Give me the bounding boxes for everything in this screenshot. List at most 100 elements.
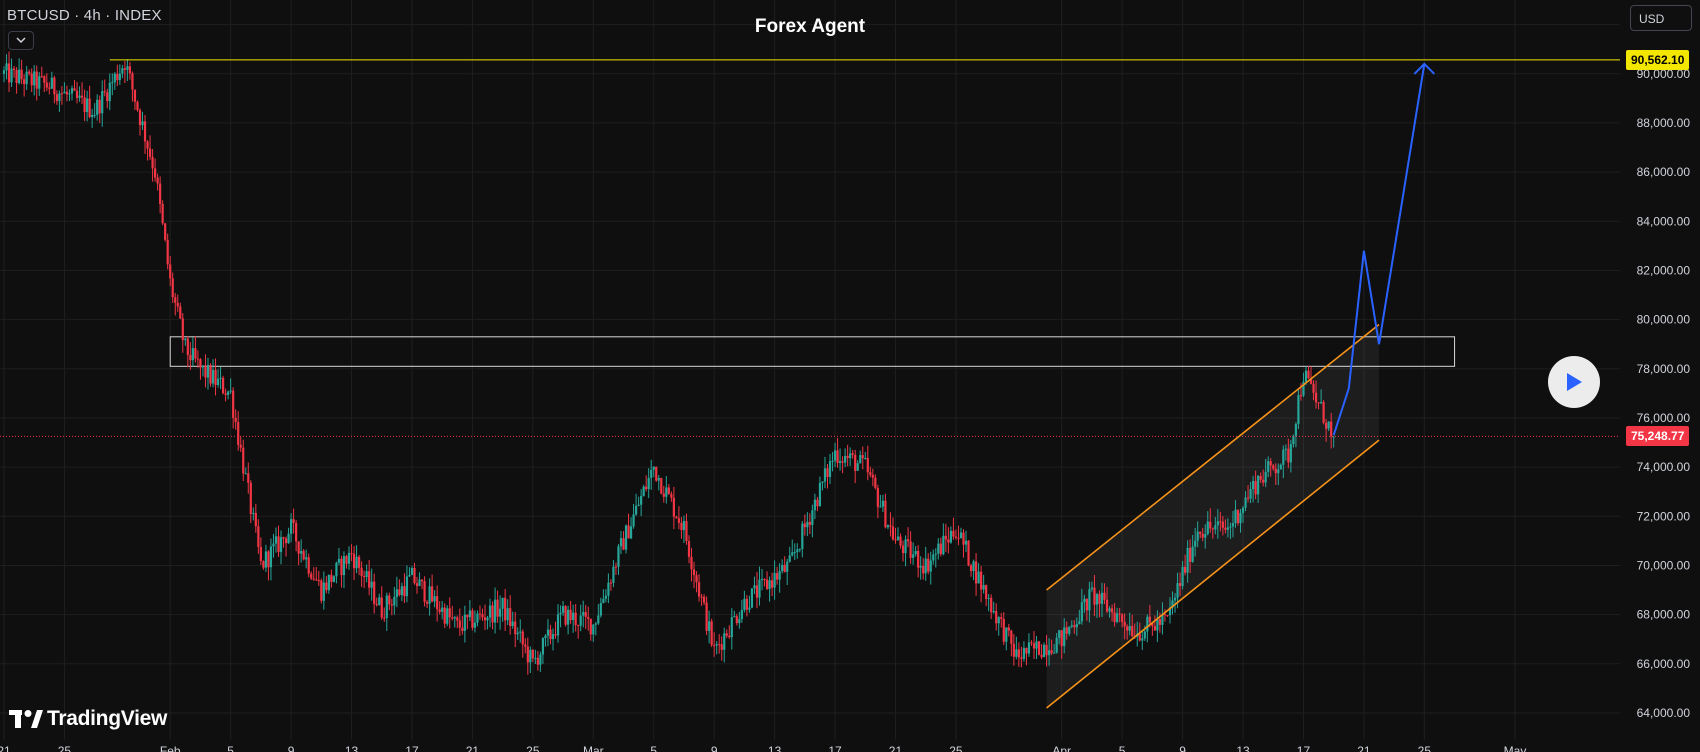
candle-body [1194, 540, 1197, 547]
candle-body [398, 589, 401, 596]
candle-body [723, 633, 726, 650]
candle-body [617, 546, 620, 567]
candle-body [211, 369, 215, 384]
candle-body [869, 472, 872, 475]
candle-body [1083, 598, 1086, 603]
candle-body [1317, 402, 1320, 404]
candle-body [156, 177, 159, 184]
candle-body [254, 512, 257, 527]
candle-body [962, 532, 965, 545]
candle-body [1143, 631, 1146, 639]
replay-play-button[interactable] [1548, 356, 1600, 408]
candle-body [851, 453, 854, 455]
price-tick-label: 86,000.00 [1637, 165, 1691, 179]
tradingview-logo[interactable]: TradingView [9, 707, 167, 731]
candle-body [159, 183, 162, 204]
candle-body [1206, 521, 1209, 534]
candle-body [1030, 642, 1033, 644]
candle-body [1221, 521, 1224, 528]
candle-body [443, 607, 446, 624]
candle-body [974, 561, 978, 584]
candle-body [1075, 623, 1078, 628]
candle-body [1183, 566, 1187, 573]
candle-body [355, 556, 358, 569]
candle-body [647, 477, 650, 490]
supply-zone[interactable] [169, 336, 1456, 367]
candle-body [640, 495, 643, 505]
candle-body [632, 514, 635, 527]
candle-body [131, 73, 134, 90]
time-tick-label: 9 [711, 744, 718, 752]
candle-body [1196, 531, 1199, 541]
candle-body [1284, 448, 1287, 450]
candle-body [864, 457, 867, 459]
candle-body [1199, 531, 1202, 534]
candle-body [425, 601, 429, 604]
time-tick-label: 9 [1179, 744, 1186, 752]
candle-body [700, 596, 703, 598]
candle-body [1060, 630, 1063, 647]
candle-body [504, 597, 507, 621]
price-chart[interactable]: 64,000.00 66,000.00 68,000.00 70,000.00 72,0… [0, 0, 1700, 752]
candle-body [551, 634, 555, 640]
candle-body [1297, 395, 1300, 425]
chart-area[interactable]: 64,000.00 66,000.00 68,000.00 70,000.00 72,0… [0, 0, 1700, 752]
candle-body [803, 523, 806, 528]
candle-body [1319, 402, 1323, 404]
candle-body [98, 99, 101, 114]
candle-body [519, 631, 522, 633]
candle-body [1078, 621, 1081, 624]
candle-body [1272, 465, 1275, 469]
candle-body [491, 605, 494, 623]
candle-body [448, 608, 451, 618]
candle-body [1274, 468, 1277, 474]
candle-body [1224, 527, 1227, 530]
currency-selector[interactable]: USD [1630, 5, 1692, 31]
candle-body [753, 585, 756, 589]
candle-body [365, 571, 368, 578]
candle-body [453, 617, 456, 619]
candle-body [720, 644, 723, 650]
candle-body [760, 578, 764, 580]
candle-body [1027, 642, 1031, 654]
time-tick-label: 13 [345, 744, 359, 752]
candle-body [468, 610, 471, 618]
candle-body [201, 365, 205, 368]
candle-body [677, 518, 681, 523]
candle-body [340, 558, 343, 576]
candle-body [345, 556, 348, 564]
time-tick-label: Feb [160, 744, 181, 752]
candle-body [221, 377, 225, 394]
candle-body [710, 621, 713, 646]
candle-body [191, 348, 194, 361]
candle-body [629, 526, 633, 539]
candle-body [718, 644, 721, 646]
candle-body [420, 579, 424, 582]
candle-body [357, 556, 361, 568]
candle-body [1055, 637, 1058, 653]
candle-body [176, 302, 179, 307]
candle-body [990, 597, 993, 613]
time-tick-label: 17 [405, 744, 419, 752]
price-tick-label: 78,000.00 [1637, 362, 1691, 376]
candle-body [854, 454, 857, 471]
candle-body [325, 582, 328, 591]
candle-body [232, 390, 235, 418]
candle-body [564, 606, 567, 625]
candle-body [209, 364, 212, 384]
candle-body [859, 455, 862, 464]
time-tick-label: 5 [1119, 744, 1126, 752]
candle-body [496, 599, 499, 617]
candle-body [1304, 370, 1308, 382]
candle-body [655, 466, 658, 481]
candle-body [118, 73, 121, 81]
candle-body [106, 92, 109, 102]
candle-body [672, 497, 675, 517]
candle-body [476, 613, 479, 623]
candle-body [1002, 619, 1005, 642]
candle-body [1042, 644, 1046, 658]
candle-body [1108, 608, 1111, 612]
price-tick-label: 84,000.00 [1637, 214, 1691, 228]
candle-body [174, 297, 177, 303]
candle-body [1158, 619, 1162, 625]
